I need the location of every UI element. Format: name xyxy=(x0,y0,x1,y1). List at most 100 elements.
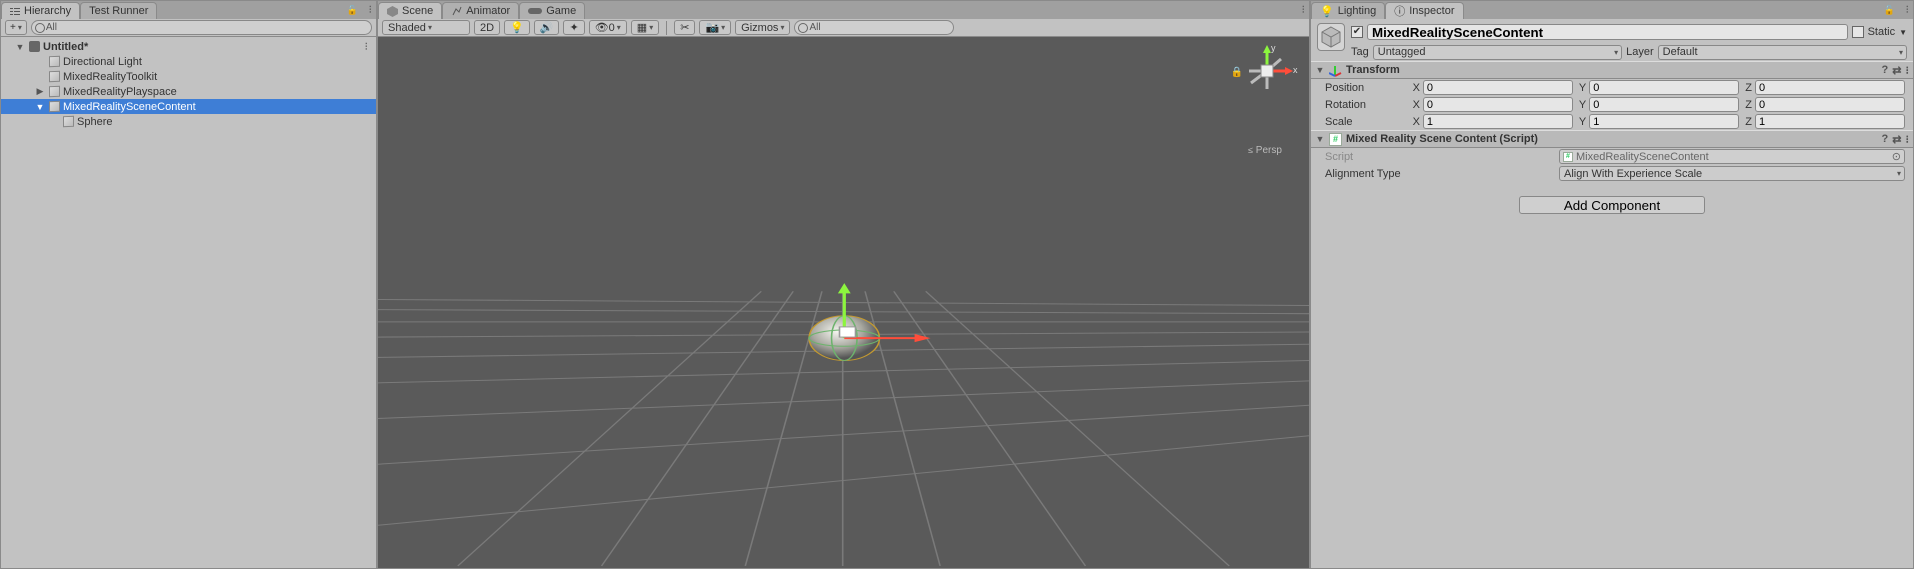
tab-hierarchy[interactable]: Hierarchy xyxy=(1,2,80,19)
help-icon[interactable]: ? xyxy=(1882,133,1889,146)
rotation-y-input[interactable] xyxy=(1589,97,1739,112)
scale-y-input[interactable] xyxy=(1589,114,1739,129)
fold-icon[interactable]: ▼ xyxy=(1315,134,1325,144)
preset-icon[interactable]: ⇄ xyxy=(1892,133,1901,146)
tab-inspector[interactable]: ⓘ Inspector xyxy=(1385,2,1463,19)
hierarchy-item[interactable]: Sphere xyxy=(1,114,376,129)
inspector-panel: 💡 Lighting ⓘ Inspector ⁝ 🔓 ✔ xyxy=(1310,0,1914,569)
transform-component-header[interactable]: ▼ Transform ? ⇄ ⁝ xyxy=(1311,61,1913,79)
add-component-button[interactable]: Add Component xyxy=(1519,196,1705,214)
scene-row[interactable]: ▼ Untitled* ⁝ xyxy=(1,39,376,54)
scene-search-input[interactable]: All xyxy=(794,20,954,35)
btn-grid-dropdown[interactable]: ▦ xyxy=(631,20,659,35)
panel-menu-icon[interactable]: ⁝ xyxy=(1302,3,1306,16)
transform-title: Transform xyxy=(1346,64,1400,76)
scene-viewport[interactable]: y x 🔒 ≤ Persp xyxy=(378,37,1309,568)
lock-icon[interactable]: 🔓 xyxy=(1884,5,1895,16)
scale-label: Scale xyxy=(1325,116,1409,128)
gameobject-icon xyxy=(49,71,60,82)
gameobject-icon xyxy=(49,56,60,67)
btn-2d[interactable]: 2D xyxy=(474,20,500,35)
hierarchy-icon xyxy=(10,6,20,16)
axis-y-label: y xyxy=(1271,43,1276,53)
gameobject-large-icon[interactable] xyxy=(1317,23,1345,51)
shading-mode-dropdown[interactable]: Shaded xyxy=(382,20,470,35)
orientation-gizmo[interactable]: y x 🔒 ≤ Persp xyxy=(1241,45,1293,156)
persp-label[interactable]: ≤ Persp xyxy=(1241,145,1289,156)
gameobject-icon xyxy=(49,101,60,112)
hierarchy-item[interactable]: Directional Light xyxy=(1,54,376,69)
game-tab-icon xyxy=(528,6,542,16)
tab-animator[interactable]: Animator xyxy=(442,2,519,19)
scale-z-input[interactable] xyxy=(1755,114,1905,129)
object-picker-icon[interactable]: ⊙ xyxy=(1892,150,1901,163)
tab-game[interactable]: Game xyxy=(519,2,585,19)
static-label: Static xyxy=(1868,26,1896,38)
scene-tab-icon xyxy=(387,6,398,17)
transform-icon xyxy=(1329,64,1342,77)
script-field[interactable]: # MixedRealitySceneContent ⊙ xyxy=(1559,149,1905,164)
object-name-input[interactable] xyxy=(1367,24,1848,40)
gizmo-lock-icon[interactable]: 🔒 xyxy=(1231,67,1243,78)
fold-icon[interactable]: ▼ xyxy=(1315,65,1325,75)
layer-dropdown[interactable]: Default xyxy=(1658,45,1907,60)
tab-test-runner[interactable]: Test Runner xyxy=(80,2,157,19)
component-menu-icon[interactable]: ⁝ xyxy=(1906,133,1910,146)
fold-icon[interactable]: ▶ xyxy=(35,86,45,97)
position-z-input[interactable] xyxy=(1755,80,1905,95)
hierarchy-tree: ▼ Untitled* ⁝ Directional Light MixedRea… xyxy=(1,37,376,568)
btn-hidden-dropdown[interactable]: 👁 0 xyxy=(589,20,627,35)
inspector-tab-icon: ⓘ xyxy=(1394,3,1405,19)
rotation-x-input[interactable] xyxy=(1423,97,1573,112)
script-component-title: Mixed Reality Scene Content (Script) xyxy=(1346,133,1538,145)
active-checkbox[interactable]: ✔ xyxy=(1351,26,1363,38)
scale-row: Scale X Y Z xyxy=(1311,113,1913,130)
btn-fx-icon[interactable]: ✦ xyxy=(563,20,584,35)
alignment-dropdown[interactable]: Align With Experience Scale xyxy=(1559,166,1905,181)
layer-label: Layer xyxy=(1626,46,1654,58)
panel-menu-icon[interactable]: ⁝ xyxy=(1906,3,1910,16)
btn-tools-icon[interactable]: ✂ xyxy=(674,20,695,35)
gameobject-icon xyxy=(49,86,60,97)
position-row: Position X Y Z xyxy=(1311,79,1913,96)
alignment-label: Alignment Type xyxy=(1325,168,1555,180)
fold-icon[interactable]: ▼ xyxy=(35,102,45,112)
scale-x-input[interactable] xyxy=(1423,114,1573,129)
static-checkbox[interactable] xyxy=(1852,26,1864,38)
lock-icon[interactable]: 🔓 xyxy=(347,5,358,16)
fold-icon[interactable]: ▼ xyxy=(15,42,25,52)
rotation-label: Rotation xyxy=(1325,99,1409,111)
tab-lighting[interactable]: 💡 Lighting xyxy=(1311,2,1385,19)
create-dropdown[interactable]: + xyxy=(5,20,27,35)
panel-menu-icon[interactable]: ⁝ xyxy=(369,3,373,16)
script-component-header[interactable]: ▼ # Mixed Reality Scene Content (Script)… xyxy=(1311,130,1913,148)
static-dropdown-icon[interactable]: ▼ xyxy=(1899,28,1907,37)
rotation-z-input[interactable] xyxy=(1755,97,1905,112)
btn-camera-dropdown[interactable]: 📷 xyxy=(699,20,731,35)
gizmos-dropdown[interactable]: Gizmos xyxy=(735,20,790,35)
script-label: Script xyxy=(1325,151,1555,163)
position-y-input[interactable] xyxy=(1589,80,1739,95)
hierarchy-item-selected[interactable]: ▼MixedRealitySceneContent xyxy=(1,99,376,114)
hierarchy-toolbar: + All xyxy=(1,19,376,37)
position-x-input[interactable] xyxy=(1423,80,1573,95)
script-small-icon: # xyxy=(1563,152,1573,162)
btn-lighting-icon[interactable]: 💡 xyxy=(504,20,530,35)
tab-scene[interactable]: Scene xyxy=(378,2,442,19)
script-icon: # xyxy=(1329,133,1342,146)
tag-dropdown[interactable]: Untagged xyxy=(1373,45,1622,60)
hierarchy-item[interactable]: MixedRealityToolkit xyxy=(1,69,376,84)
component-menu-icon[interactable]: ⁝ xyxy=(1906,64,1910,77)
gameobject-icon xyxy=(63,116,74,127)
position-label: Position xyxy=(1325,82,1409,94)
hierarchy-item[interactable]: ▶MixedRealityPlayspace xyxy=(1,84,376,99)
btn-audio-icon[interactable]: 🔊 xyxy=(534,20,560,35)
preset-icon[interactable]: ⇄ xyxy=(1892,64,1901,77)
animator-tab-icon xyxy=(451,6,462,17)
hierarchy-search-input[interactable]: All xyxy=(31,20,372,35)
scene-name: Untitled* xyxy=(43,41,88,53)
alignment-row: Alignment Type Align With Experience Sca… xyxy=(1311,165,1913,182)
scene-menu-icon[interactable]: ⁝ xyxy=(365,40,369,53)
help-icon[interactable]: ? xyxy=(1882,64,1889,77)
tab-test-runner-label: Test Runner xyxy=(89,5,148,17)
